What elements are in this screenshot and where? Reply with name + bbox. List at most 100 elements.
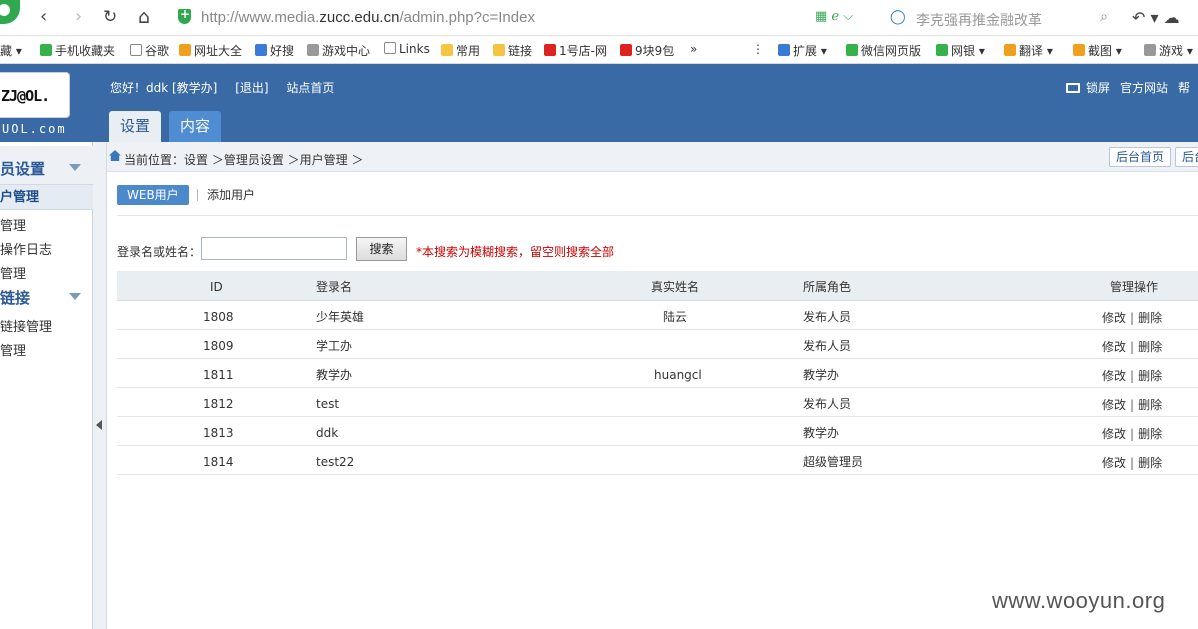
bookmark-item[interactable]: 1号店-网 bbox=[544, 42, 607, 59]
sidebar-item[interactable]: 管理 bbox=[0, 215, 26, 234]
search-input[interactable] bbox=[201, 237, 347, 260]
admin-home-button[interactable]: 后台首页 bbox=[1109, 147, 1172, 167]
sidebar-section-links[interactable]: 链接 bbox=[0, 283, 93, 311]
address-tool-icons[interactable]: ▦ ℯ ⌵ bbox=[815, 9, 853, 24]
op-separator: | bbox=[1130, 427, 1135, 441]
cell-id: 1808 bbox=[203, 310, 234, 324]
cell-realname: huangcl bbox=[654, 368, 702, 382]
bank-icon bbox=[936, 44, 948, 56]
bookmark-item[interactable]: 网银 ▾ bbox=[936, 42, 985, 59]
edit-link[interactable]: 修改 bbox=[1102, 340, 1126, 354]
sidebar-item[interactable]: 管理 bbox=[0, 263, 26, 282]
wechat-icon bbox=[846, 44, 858, 56]
bookmark-item[interactable]: 藏 ▾ bbox=[0, 42, 22, 59]
lock-screen-link[interactable]: 锁屏 bbox=[1086, 81, 1110, 95]
bookmark-item[interactable]: 好搜 bbox=[255, 42, 294, 59]
sidebar: 员设置 户管理 管理 操作日志 管理 链接 链接管理 管理 bbox=[0, 142, 93, 629]
table-row: 1814 test22 超级管理员 修改 | 删除 bbox=[117, 446, 1198, 475]
sidebar-collapse-handle[interactable] bbox=[93, 142, 107, 629]
official-site-link[interactable]: 官方网站 bbox=[1120, 81, 1168, 95]
collapse-left-icon bbox=[96, 420, 102, 430]
edit-link[interactable]: 修改 bbox=[1102, 456, 1126, 470]
gamepad-icon bbox=[307, 44, 319, 56]
admin-header: ZJ@OL. UOL.com 您好！ddk [教学办] [退出] 站点首页 设置… bbox=[0, 64, 1198, 142]
column-header-actions: 管理操作 bbox=[1110, 280, 1159, 294]
bookmark-item[interactable]: 常用 bbox=[441, 42, 480, 59]
edit-link[interactable]: 修改 bbox=[1102, 369, 1126, 383]
sidebar-item[interactable]: 链接管理 bbox=[0, 316, 52, 335]
delete-link[interactable]: 删除 bbox=[1138, 427, 1162, 441]
url-field[interactable]: http://www.media.zucc.edu.cn/admin.php?c… bbox=[201, 9, 535, 26]
column-header-realname: 真实姓名 bbox=[651, 280, 700, 294]
delete-link[interactable]: 删除 bbox=[1138, 311, 1162, 325]
sidebar-item[interactable]: 操作日志 bbox=[0, 239, 52, 258]
bookmark-item[interactable]: 扩展 ▾ bbox=[778, 42, 827, 59]
url-prefix: http://www.media. bbox=[201, 9, 320, 26]
tab-settings[interactable]: 设置 bbox=[109, 111, 162, 142]
chevron-down-icon bbox=[69, 164, 81, 171]
row-actions: 修改 | 删除 bbox=[1102, 338, 1162, 355]
edit-link[interactable]: 修改 bbox=[1102, 311, 1126, 325]
search-button[interactable]: 搜索 bbox=[356, 237, 407, 261]
cell-id: 1812 bbox=[203, 397, 234, 411]
bookmark-item[interactable]: Links bbox=[384, 42, 430, 56]
sidebar-section-title: 链接 bbox=[0, 289, 31, 307]
bookmark-item[interactable]: 游戏 ▾ bbox=[1144, 42, 1193, 59]
sidebar-item[interactable]: 管理 bbox=[0, 340, 26, 359]
bookmark-item[interactable]: 手机收藏夹 bbox=[40, 42, 115, 59]
cell-login: 少年英雄 bbox=[316, 310, 365, 324]
bookmarks-overflow[interactable]: » bbox=[690, 42, 697, 56]
add-user-link[interactable]: 添加用户 bbox=[207, 185, 255, 205]
screen: ‹ › ↻ ⌂ http://www.media.zucc.edu.cn/adm… bbox=[0, 0, 1198, 629]
bookmark-item[interactable]: 链接 bbox=[493, 42, 532, 59]
cell-id: 1813 bbox=[203, 426, 234, 440]
edit-link[interactable]: 修改 bbox=[1102, 427, 1126, 441]
browser-logo-icon[interactable] bbox=[0, 0, 20, 24]
reload-icon[interactable]: ↻ bbox=[103, 8, 117, 26]
undo-cloud-icons[interactable]: ↶ ▾ ☁ bbox=[1132, 8, 1180, 27]
search-placeholder: 李克强再推金融改革 bbox=[916, 13, 1042, 29]
cell-id: 1814 bbox=[203, 455, 234, 469]
home-icon[interactable]: ⌂ bbox=[138, 8, 150, 27]
bookmark-item[interactable]: 谷歌 bbox=[130, 42, 169, 59]
bookmark-item[interactable]: 截图 ▾ bbox=[1073, 42, 1122, 59]
menu-dots-icon[interactable]: ⋮ bbox=[752, 42, 764, 56]
edit-link[interactable]: 修改 bbox=[1102, 398, 1126, 412]
admin-button[interactable]: 后台 bbox=[1175, 147, 1198, 167]
bookmark-item[interactable]: 翻译 ▾ bbox=[1004, 42, 1053, 59]
delete-link[interactable]: 删除 bbox=[1138, 456, 1162, 470]
bookmark-item[interactable]: 微信网页版 bbox=[846, 42, 921, 59]
cell-id: 1811 bbox=[203, 368, 234, 382]
chevron-down-icon bbox=[69, 293, 81, 300]
table-row: 1812 test 发布人员 修改 | 删除 bbox=[117, 388, 1198, 417]
sidebar-item-user-management[interactable]: 户管理 bbox=[0, 184, 93, 210]
bookmark-item[interactable]: 游戏中心 bbox=[307, 42, 370, 59]
welcome-bar: 您好！ddk [教学办] [退出] 站点首页 bbox=[110, 79, 348, 96]
help-link[interactable]: 帮 bbox=[1178, 81, 1190, 95]
bookmarks-bar: 藏 ▾ 手机收藏夹 谷歌 网址大全 好搜 游戏中心 Links 常用 链接 1号… bbox=[0, 36, 1198, 64]
delete-link[interactable]: 删除 bbox=[1138, 369, 1162, 383]
back-icon[interactable]: ‹ bbox=[40, 8, 47, 26]
forward-icon[interactable]: › bbox=[75, 8, 82, 26]
translate-icon bbox=[1004, 44, 1016, 56]
url-suffix: /admin.php?c=Index bbox=[399, 9, 535, 26]
cell-login: 学工办 bbox=[316, 339, 353, 353]
web-users-tab[interactable]: WEB用户 bbox=[117, 185, 189, 205]
delete-link[interactable]: 删除 bbox=[1138, 398, 1162, 412]
cell-id: 1809 bbox=[203, 339, 234, 353]
search-icon[interactable]: ⌕ bbox=[1100, 9, 1108, 25]
bookmark-item[interactable]: 9块9包 bbox=[620, 42, 674, 59]
divider bbox=[197, 189, 198, 201]
tab-content[interactable]: 内容 bbox=[169, 111, 222, 142]
game-icon bbox=[1144, 44, 1156, 56]
browser-search-box[interactable]: ◯ 李克强再推金融改革 ⌕ bbox=[890, 6, 1114, 30]
logout-link[interactable]: [退出] bbox=[235, 81, 268, 95]
delete-link[interactable]: 删除 bbox=[1138, 340, 1162, 354]
table-row: 1813 ddk 教学办 修改 | 删除 bbox=[117, 417, 1198, 446]
cell-role: 发布人员 bbox=[803, 339, 852, 353]
bookmark-item[interactable]: 网址大全 bbox=[179, 42, 242, 59]
sidebar-section-admin[interactable]: 员设置 bbox=[0, 146, 93, 186]
taobao-icon bbox=[620, 44, 632, 56]
site-home-link[interactable]: 站点首页 bbox=[286, 81, 334, 95]
home-icon bbox=[109, 150, 121, 161]
